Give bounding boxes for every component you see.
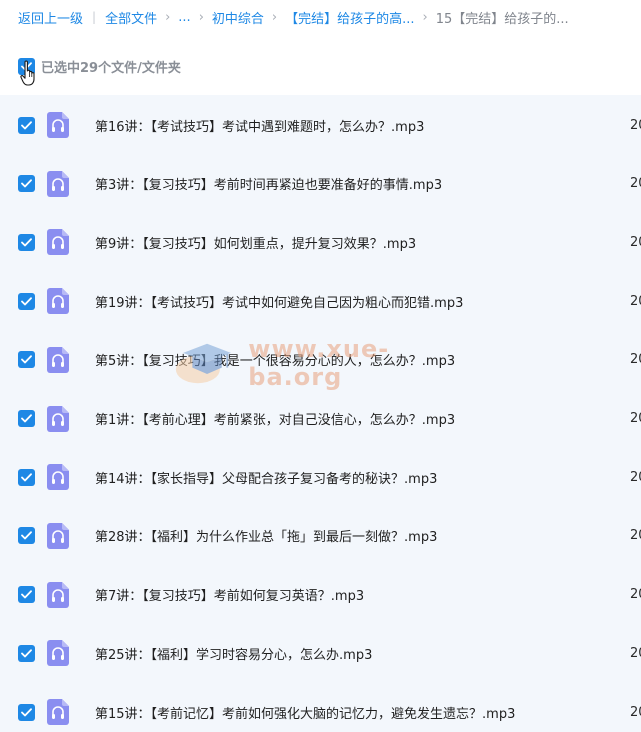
selection-bar: 已选中29个文件/文件夹: [18, 56, 181, 76]
file-checkbox[interactable]: [18, 292, 35, 310]
file-name[interactable]: 第19讲：【考试技巧】考试中如何避免自己因为粗心而犯错.mp3: [95, 292, 463, 311]
file-checkbox[interactable]: [18, 586, 35, 604]
file-date: 20: [630, 587, 641, 603]
chevron-right-icon: ›: [198, 9, 204, 25]
file-row[interactable]: 第25讲：【福利】学习时容易分心，怎么办.mp3 20: [0, 624, 641, 682]
audio-file-icon: [47, 640, 69, 667]
file-date: 20: [630, 411, 641, 426]
file-name[interactable]: 第3讲：【复习技巧】考前时间再紧迫也要准备好的事情.mp3: [95, 174, 442, 193]
file-name[interactable]: 第1讲：【考前心理】考前紧张，对自己没信心，怎么办？.mp3: [95, 409, 455, 428]
breadcrumb-ellipsis[interactable]: ...: [178, 10, 190, 25]
checkmark-icon: [21, 590, 32, 599]
audio-file-icon: [47, 112, 69, 138]
back-link[interactable]: 返回上一级: [18, 8, 83, 27]
file-date: 20: [630, 117, 641, 133]
audio-file-icon: [47, 229, 69, 256]
file-row[interactable]: 第28讲：【福利】为什么作业总「拖」到最后一刻做？.mp3 20: [0, 507, 641, 565]
checkmark-icon: [21, 355, 32, 364]
file-name[interactable]: 第28讲：【福利】为什么作业总「拖」到最后一刻做？.mp3: [95, 526, 437, 545]
file-date: 20: [630, 469, 641, 485]
file-row[interactable]: 第5讲：【复习技巧】我是一个很容易分心的人，怎么办？.mp3 20: [0, 331, 641, 389]
file-row[interactable]: 第19讲：【考试技巧】考试中如何避免自己因为粗心而犯错.mp3 20: [0, 272, 641, 330]
file-checkbox[interactable]: [18, 351, 35, 369]
checkmark-icon: [21, 120, 32, 129]
selection-count-label: 已选中29个文件/文件夹: [41, 60, 181, 76]
file-row[interactable]: 第15讲：【考前记忆】考前如何强化大脑的记忆力，避免发生遗忘？.mp3 20: [0, 683, 641, 732]
checkmark-icon: [21, 707, 32, 716]
file-date: 20: [630, 704, 641, 720]
file-row[interactable]: 第9讲：【复习技巧】如何划重点，提升复习效果？.mp3 20: [0, 213, 641, 271]
checkmark-icon: [21, 296, 32, 305]
file-name[interactable]: 第5讲：【复习技巧】我是一个很容易分心的人，怎么办？.mp3: [95, 350, 455, 369]
audio-file-icon: [47, 464, 69, 491]
file-row[interactable]: 第3讲：【复习技巧】考前时间再紧迫也要准备好的事情.mp3 20: [0, 155, 641, 213]
chevron-right-icon: ›: [165, 9, 171, 25]
audio-file-icon: [47, 288, 69, 315]
file-row[interactable]: 第14讲：【家长指导】父母配合孩子复习备考的秘诀？.mp3 20: [0, 448, 641, 506]
checkmark-icon: [21, 179, 32, 188]
file-checkbox[interactable]: [18, 233, 35, 251]
breadcrumb-all-files[interactable]: 全部文件: [105, 8, 157, 27]
chevron-right-icon: ›: [271, 9, 278, 25]
file-name[interactable]: 第14讲：【家长指导】父母配合孩子复习备考的秘诀？.mp3: [95, 468, 437, 487]
breadcrumb-divider: |: [92, 10, 97, 24]
breadcrumb-level1[interactable]: 初中综合: [212, 8, 264, 27]
file-row[interactable]: 第7讲：【复习技巧】考前如何复习英语？.mp3 20: [0, 566, 641, 624]
audio-file-icon: [47, 346, 69, 373]
file-row[interactable]: 第16讲：【考试技巧】考试中遇到难题时，怎么办？.mp3 20: [0, 96, 641, 154]
file-date: 20: [630, 645, 641, 661]
file-date: 20: [630, 352, 641, 368]
select-all-checkbox[interactable]: [18, 57, 35, 75]
file-checkbox[interactable]: [18, 527, 35, 545]
audio-file-icon: [47, 522, 69, 549]
breadcrumb: 返回上一级 | 全部文件 › ... › 初中综合 › 【完结】给孩子的高...…: [18, 7, 569, 27]
file-checkbox[interactable]: [18, 644, 35, 662]
file-checkbox[interactable]: [18, 410, 35, 427]
file-checkbox[interactable]: [18, 468, 35, 486]
file-checkbox[interactable]: [18, 116, 35, 134]
file-checkbox[interactable]: [18, 175, 35, 193]
audio-file-icon: [47, 405, 69, 432]
file-date: 20: [630, 528, 641, 544]
file-date: 20: [630, 293, 641, 309]
checkmark-icon: [21, 414, 32, 423]
file-name[interactable]: 第25讲：【福利】学习时容易分心，怎么办.mp3: [95, 644, 372, 663]
audio-file-icon: [47, 170, 69, 197]
checkmark-icon: [21, 472, 32, 482]
audio-file-icon: [47, 699, 69, 725]
checkmark-icon: [21, 238, 32, 247]
breadcrumb-level2[interactable]: 【完结】给孩子的高...: [285, 8, 414, 27]
file-list: 第16讲：【考试技巧】考试中遇到难题时，怎么办？.mp320第3讲：【复习技巧】…: [0, 95, 641, 732]
breadcrumb-current: 15【完结】给孩子的...: [435, 11, 569, 27]
checkmark-icon: [21, 531, 32, 540]
audio-file-icon: [47, 581, 69, 608]
file-date: 20: [630, 234, 641, 250]
file-name[interactable]: 第15讲：【考前记忆】考前如何强化大脑的记忆力，避免发生遗忘？.mp3: [95, 703, 515, 722]
checkmark-icon: [21, 649, 32, 658]
file-checkbox[interactable]: [18, 703, 35, 721]
file-date: 20: [630, 176, 641, 192]
chevron-right-icon: ›: [422, 9, 428, 25]
file-name[interactable]: 第7讲：【复习技巧】考前如何复习英语？.mp3: [95, 585, 364, 604]
checkmark-icon: [21, 61, 32, 70]
file-row[interactable]: 第1讲：【考前心理】考前紧张，对自己没信心，怎么办？.mp3 20: [0, 390, 641, 448]
file-name[interactable]: 第16讲：【考试技巧】考试中遇到难题时，怎么办？.mp3: [95, 116, 424, 135]
file-name[interactable]: 第9讲：【复习技巧】如何划重点，提升复习效果？.mp3: [95, 233, 416, 252]
